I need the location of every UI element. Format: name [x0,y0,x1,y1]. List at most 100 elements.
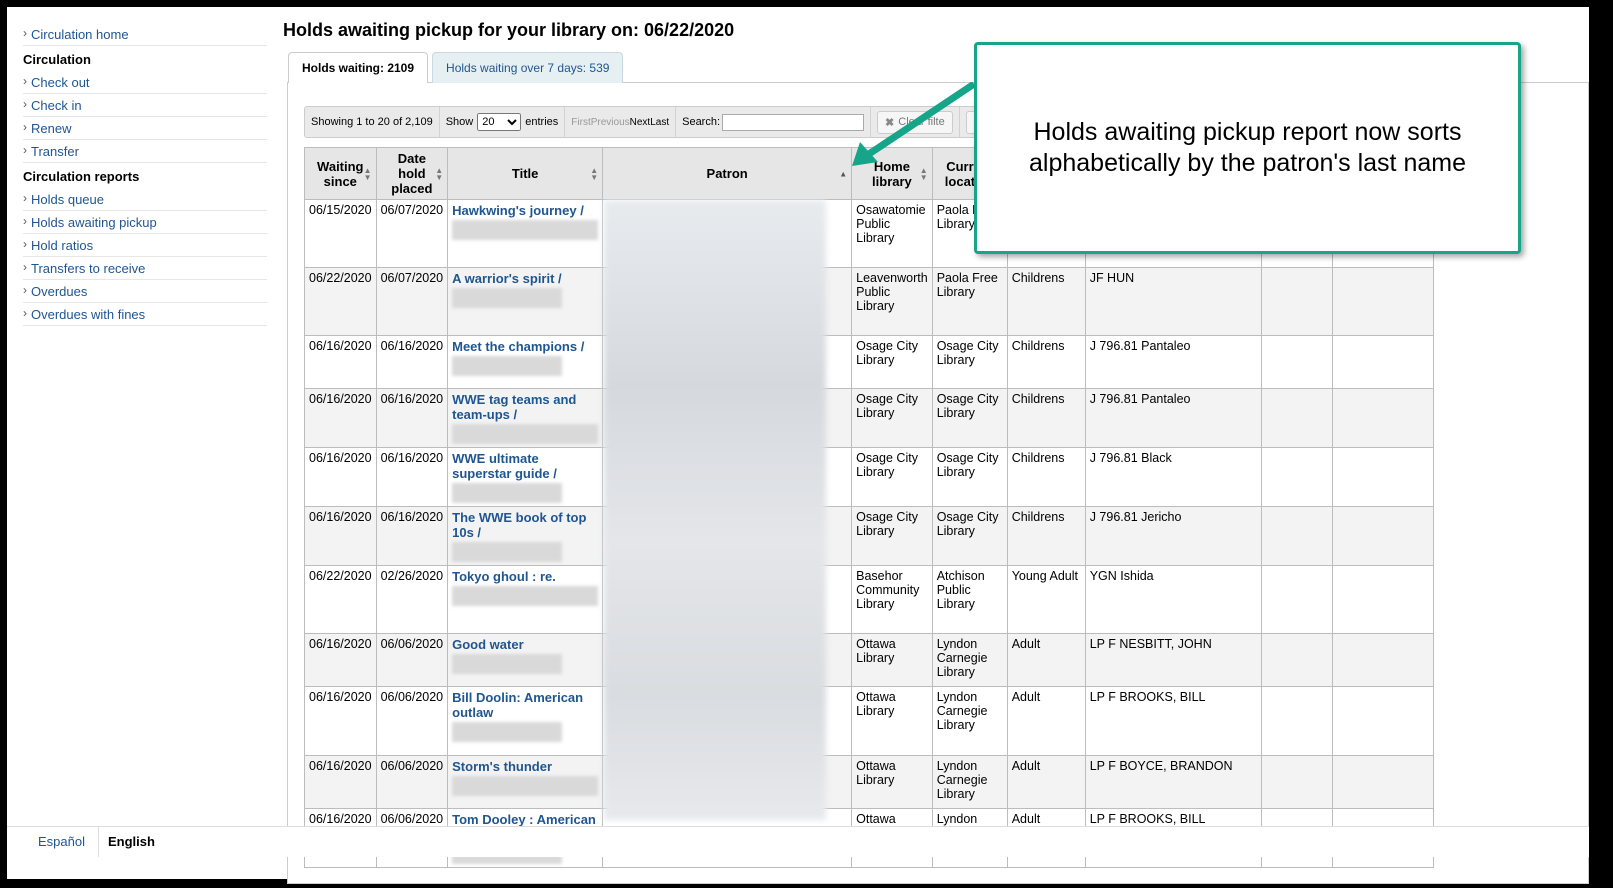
cell-waiting-since-text: 06/22/2020 [309,569,372,583]
col-date-hold-placed[interactable]: Date hold placed ▲ ▼ [375,147,449,200]
cell-title: The WWE book of top 10s / [447,506,604,566]
entries-select[interactable]: 20 [477,113,522,131]
cell-home-library-text: Leavenworth Public Library [856,271,928,313]
search-input[interactable] [722,113,865,131]
title-link[interactable]: Good water [452,637,524,652]
cell-current-location: Osage City Library [931,335,1008,389]
table-row: 06/16/2020 06/16/2020 The WWE book of top … [304,506,1434,566]
pager-previous[interactable]: Previous [591,117,630,128]
cell-extra-2 [1331,447,1434,507]
cell-collection: Adult [1006,686,1086,756]
cell-date-hold-placed: 06/16/2020 [375,447,449,507]
cell-extra-2 [1331,388,1434,448]
cell-current-location: Osage City Library [931,388,1008,448]
sidebar-item-renew[interactable]: Renew [23,117,267,140]
cell-title: Storm's thunder [447,755,604,809]
cell-date-hold-placed-text: 06/06/2020 [380,759,444,773]
sidebar-item-overdues[interactable]: Overdues [23,280,267,303]
title-link[interactable]: A warrior's spirit / [452,271,562,286]
pager-last[interactable]: Last [650,117,669,128]
cell-current-location-text: Osage City Library [936,392,999,420]
cell-collection: Childrens [1006,506,1086,566]
title-link[interactable]: WWE ultimate superstar guide / [452,451,557,481]
col-title[interactable]: Title ▲ ▼ [447,147,604,200]
pager-first[interactable]: First [571,117,590,128]
cell-extra-1 [1260,686,1333,756]
cell-call-number: LP F BOYCE, BRANDON [1084,755,1262,809]
cell-waiting-since: 06/16/2020 [304,755,377,809]
sidebar-item-holds-awaiting-pickup[interactable]: Holds awaiting pickup [23,211,267,234]
sidebar-item-holds-queue[interactable]: Holds queue [23,188,267,211]
cell-call-number: YGN Ishida [1084,565,1262,634]
cell-call-number-text: J 796.81 Black [1089,451,1172,465]
cell-waiting-since: 06/16/2020 [304,447,377,507]
cell-date-hold-placed: 06/16/2020 [375,506,449,566]
col-patron[interactable]: Patron ▲ [602,147,853,200]
title-link[interactable]: Hawkwing's journey / [452,203,584,218]
cell-home-library-text: Osage City Library [856,510,918,538]
language-spanish[interactable]: Español [38,834,85,849]
callout-arrow-shaft [864,82,976,159]
cell-date-hold-placed: 06/06/2020 [375,633,449,687]
cell-call-number-text: LP F BROOKS, BILL [1089,690,1206,704]
cell-extra-2 [1331,686,1434,756]
cell-collection-text: Adult [1011,759,1041,773]
cell-current-location: Lyndon Carnegie Library [931,755,1008,809]
sidebar-item-check-out[interactable]: Check out [23,71,267,94]
title-link[interactable]: Storm's thunder [452,759,552,774]
cell-call-number: LP F BROOKS, BILL [1084,686,1262,756]
cell-extra-2 [1331,506,1434,566]
title-link[interactable]: Bill Doolin: American outlaw [452,690,583,720]
cell-home-library-text: Basehor Community Library [856,569,920,611]
cell-collection-text: Childrens [1011,510,1065,524]
col-waiting-since[interactable]: Waiting since ▲ ▼ [304,147,377,200]
cell-title: Bill Doolin: American outlaw [447,686,604,756]
cell-waiting-since-text: 06/16/2020 [309,339,372,353]
cell-call-number: JF HUN [1084,267,1262,336]
cell-date-hold-placed-text: 06/16/2020 [380,339,444,353]
cell-current-location: Osage City Library [931,447,1008,507]
cell-call-number: J 796.81 Pantaleo [1084,335,1262,389]
cell-collection: Young Adult [1006,565,1086,634]
tab-holds-waiting-over-7-days[interactable]: Holds waiting over 7 days: 539 [432,52,624,83]
sort-asc-icon: ▲ [839,169,848,178]
sidebar-item-circulation-home[interactable]: Circulation home [23,23,267,46]
cell-home-library-text: Osawatomie Public Library [856,203,926,245]
sidebar: Circulation home Circulation Check out C… [23,23,267,326]
sort-icon: ▲ ▼ [435,165,444,182]
title-link[interactable]: The WWE book of top 10s / [452,510,586,540]
cell-home-library: Ottawa Library [851,686,933,756]
redacted-author [452,654,563,674]
cell-home-library: Ottawa Library [851,755,933,809]
title-link[interactable]: WWE tag teams and team-ups / [452,392,576,422]
sidebar-item-check-in[interactable]: Check in [23,94,267,117]
cell-date-hold-placed-text: 06/16/2020 [380,392,444,406]
table-row: 06/16/2020 06/16/2020 Meet the champions /… [304,335,1434,389]
cell-home-library: Osage City Library [851,506,933,566]
tab-holds-waiting[interactable]: Holds waiting: 2109 [288,52,429,83]
cell-home-library: Basehor Community Library [851,565,933,634]
title-link[interactable]: Meet the champions / [452,339,584,354]
sidebar-item-overdues-with-fines[interactable]: Overdues with fines [23,303,267,326]
redacted-author [452,288,563,308]
cell-home-library: Osage City Library [851,447,933,507]
sidebar-item-transfers-to-receive[interactable]: Transfers to receive [23,257,267,280]
pager: First Previous Next Last [565,107,677,137]
cell-collection-text: Adult [1011,690,1041,704]
cell-collection-text: Childrens [1011,451,1065,465]
cell-date-hold-placed: 06/07/2020 [375,267,449,336]
sidebar-item-hold-ratios[interactable]: Hold ratios [23,234,267,257]
cell-collection-text: Adult [1011,637,1041,651]
cell-waiting-since: 06/16/2020 [304,506,377,566]
cell-current-location: Lyndon Carnegie Library [931,686,1008,756]
cell-home-library-text: Osage City Library [856,392,918,420]
sidebar-heading-circulation: Circulation [23,52,91,67]
cell-title: Meet the champions / [447,335,604,389]
sidebar-item-transfer[interactable]: Transfer [23,140,267,163]
pager-next[interactable]: Next [630,117,651,128]
cell-extra-1 [1260,506,1333,566]
cell-current-location-text: Lyndon Carnegie Library [936,690,988,732]
table-row: 06/16/2020 06/06/2020 Bill Doolin: America… [304,686,1434,756]
title-link[interactable]: Tokyo ghoul : re. [452,569,556,584]
cell-current-location-text: Lyndon Carnegie Library [936,759,988,801]
